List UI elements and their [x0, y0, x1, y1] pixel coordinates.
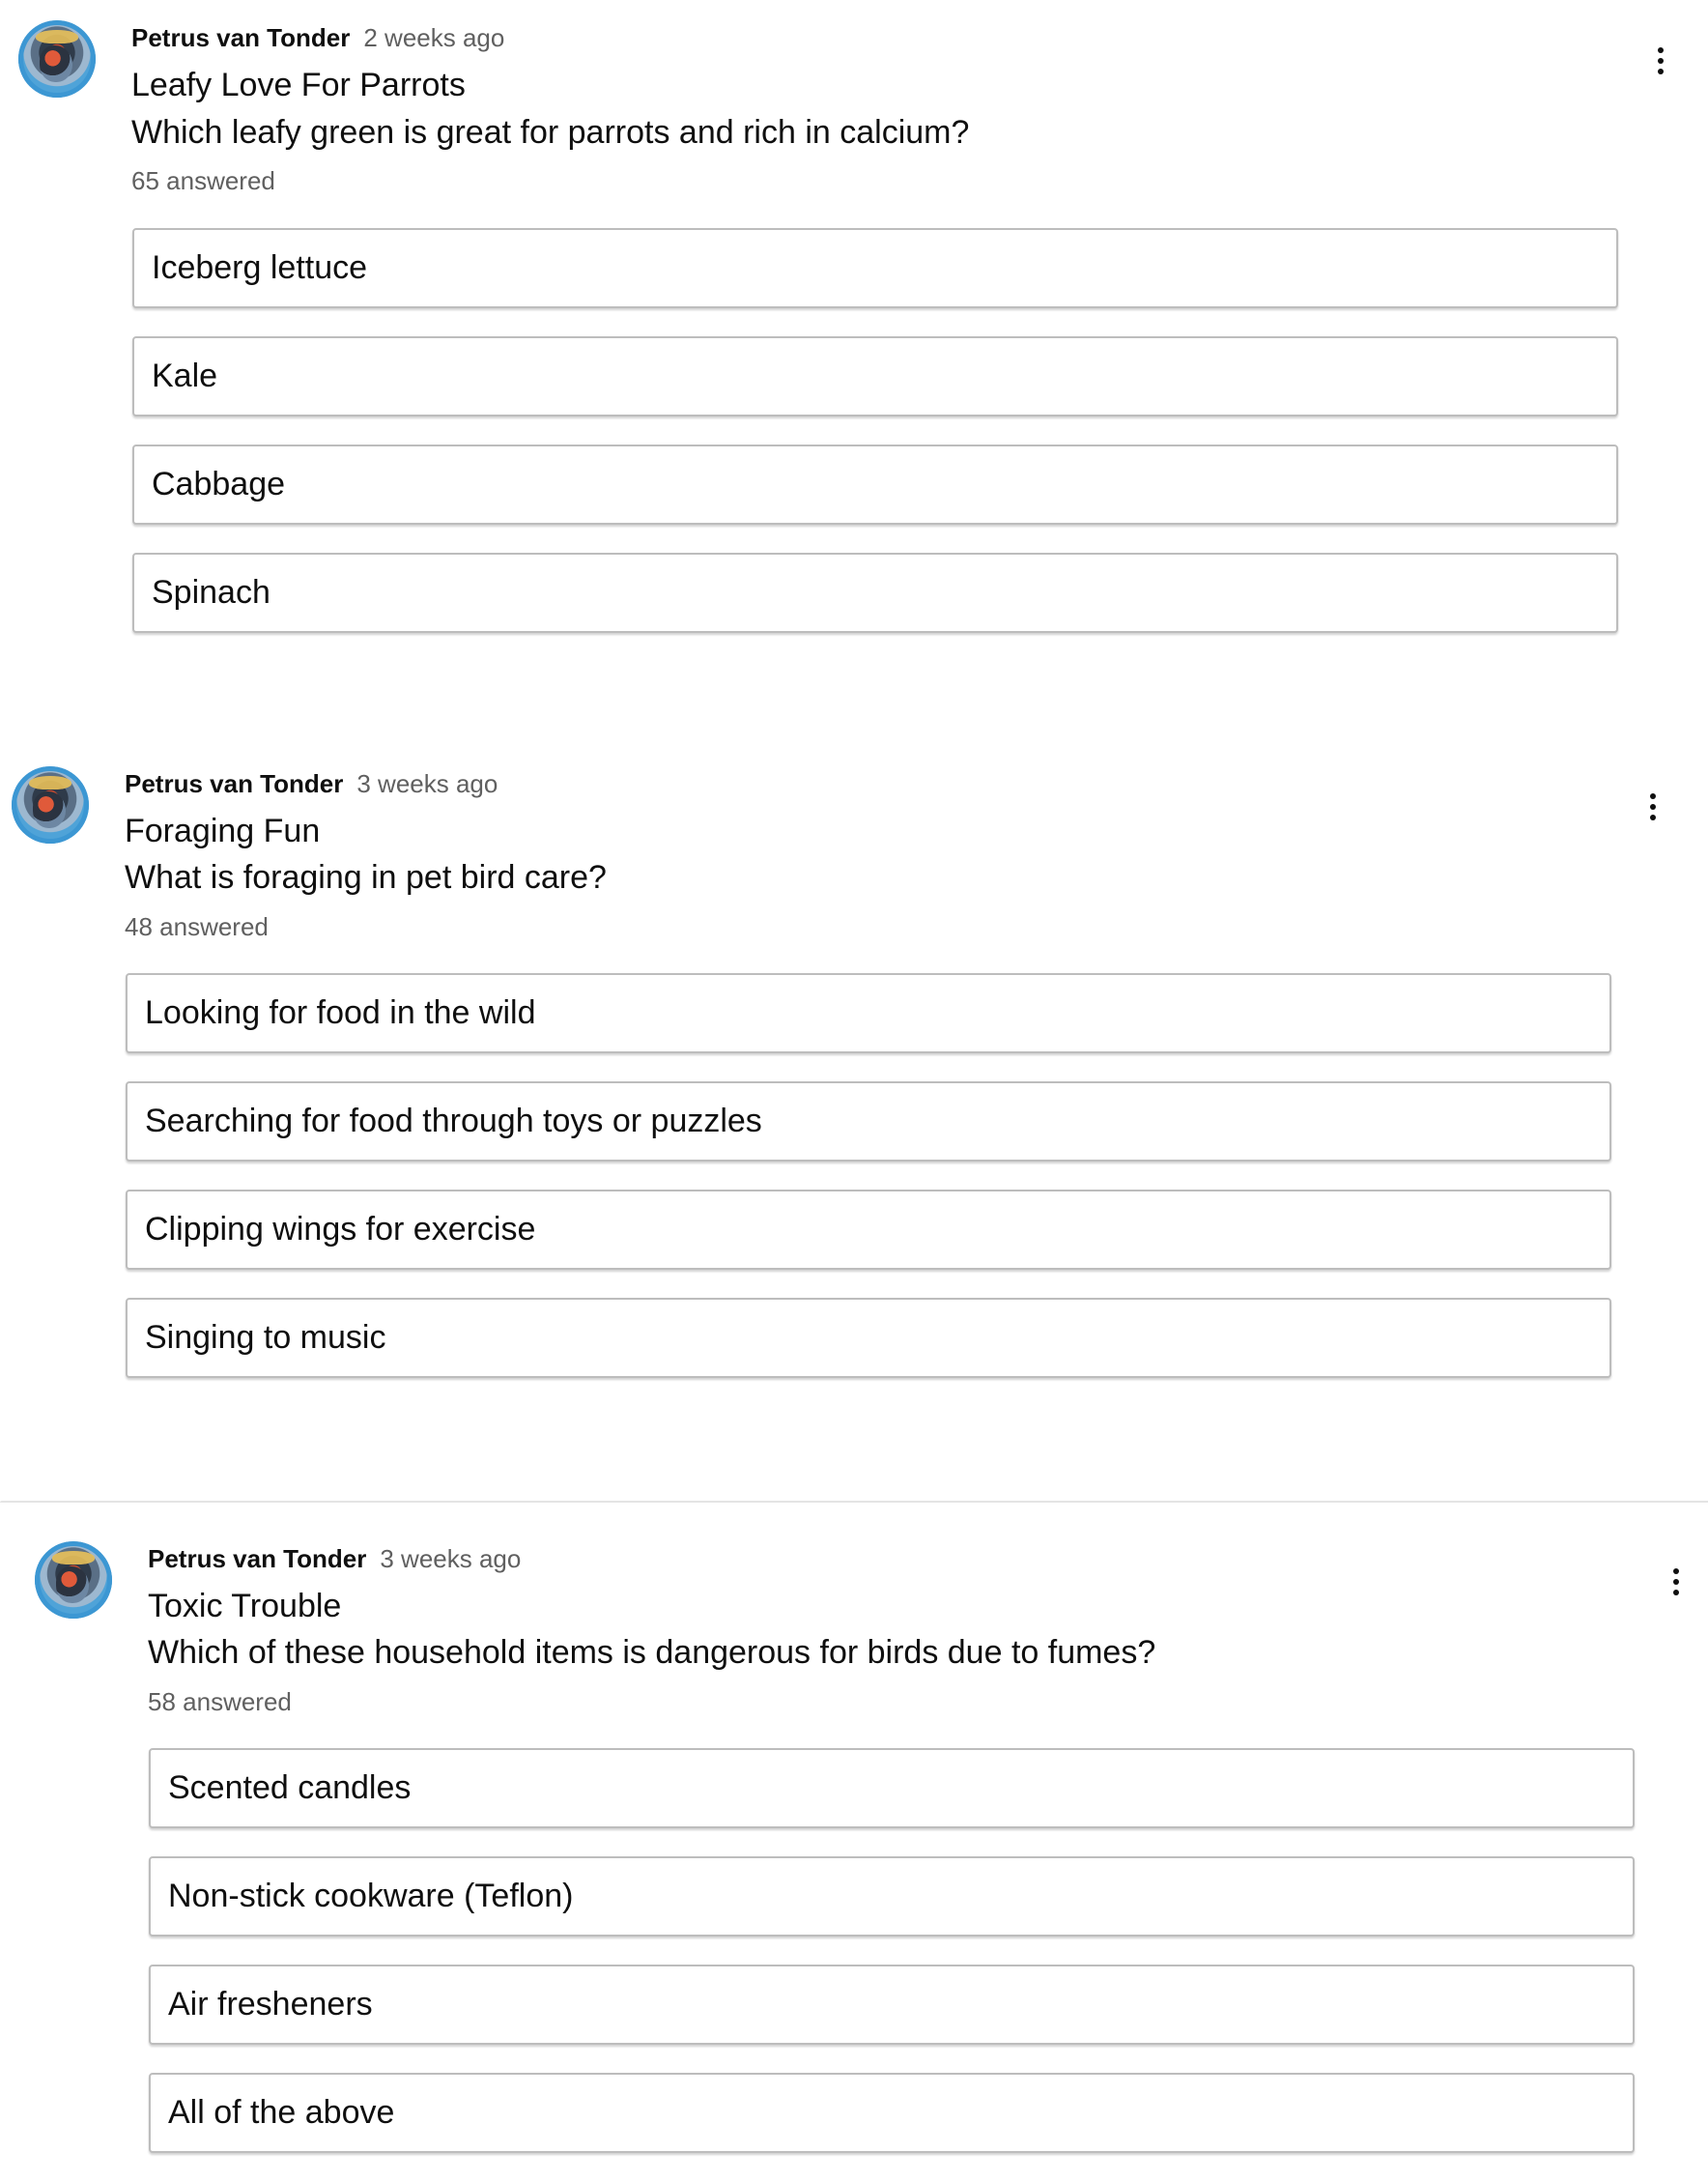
answered-count: 48 answered — [125, 912, 269, 941]
quiz-options: Iceberg lettuce Kale Cabbage Spinach — [132, 228, 1618, 661]
quiz-option[interactable]: Spinach — [132, 553, 1618, 633]
answered-count: 58 answered — [148, 1687, 292, 1716]
quiz-option[interactable]: Scented candles — [149, 1748, 1635, 1828]
quiz-option[interactable]: Clipping wings for exercise — [126, 1190, 1611, 1270]
more-vert-icon[interactable] — [1662, 1558, 1691, 1606]
post-time[interactable]: 3 weeks ago — [380, 1544, 521, 1573]
quiz-option[interactable]: Singing to music — [126, 1298, 1611, 1378]
post-meta: Petrus van Tonder 3 weeks ago — [148, 1544, 521, 1574]
quiz-question: Which leafy green is great for parrots a… — [131, 114, 970, 151]
more-vert-icon[interactable] — [1646, 37, 1675, 85]
more-vert-icon[interactable] — [1638, 783, 1667, 831]
quiz-option[interactable]: Cabbage — [132, 445, 1618, 525]
quiz-option[interactable]: All of the above — [149, 2073, 1635, 2153]
post-title: Leafy Love For Parrots — [131, 67, 466, 103]
author-name[interactable]: Petrus van Tonder — [148, 1544, 366, 1573]
post-time[interactable]: 3 weeks ago — [356, 769, 498, 798]
parrot-avatar[interactable] — [35, 1541, 112, 1619]
quiz-option[interactable]: Searching for food through toys or puzzl… — [126, 1081, 1611, 1162]
post-title: Foraging Fun — [125, 813, 321, 849]
parrot-avatar[interactable] — [18, 20, 96, 98]
quiz-post: Petrus van Tonder 3 weeks ago Toxic Troub… — [0, 1501, 1708, 2153]
post-meta: Petrus van Tonder 3 weeks ago — [125, 769, 498, 799]
quiz-option[interactable]: Kale — [132, 336, 1618, 416]
quiz-options: Looking for food in the wild Searching f… — [126, 973, 1611, 1406]
author-name[interactable]: Petrus van Tonder — [125, 769, 343, 798]
post-time[interactable]: 2 weeks ago — [363, 23, 504, 52]
post-title: Toxic Trouble — [148, 1588, 342, 1624]
quiz-options: Scented candles Non-stick cookware (Tefl… — [149, 1748, 1635, 2181]
quiz-option[interactable]: Looking for food in the wild — [126, 973, 1611, 1053]
quiz-question: What is foraging in pet bird care? — [125, 859, 607, 896]
parrot-avatar[interactable] — [12, 766, 89, 844]
quiz-option[interactable]: Iceberg lettuce — [132, 228, 1618, 308]
post-meta: Petrus van Tonder 2 weeks ago — [131, 23, 504, 53]
answered-count: 65 answered — [131, 166, 275, 195]
quiz-question: Which of these household items is danger… — [148, 1634, 1156, 1671]
author-name[interactable]: Petrus van Tonder — [131, 23, 350, 52]
quiz-option[interactable]: Air fresheners — [149, 1965, 1635, 2045]
quiz-option[interactable]: Non-stick cookware (Teflon) — [149, 1856, 1635, 1937]
